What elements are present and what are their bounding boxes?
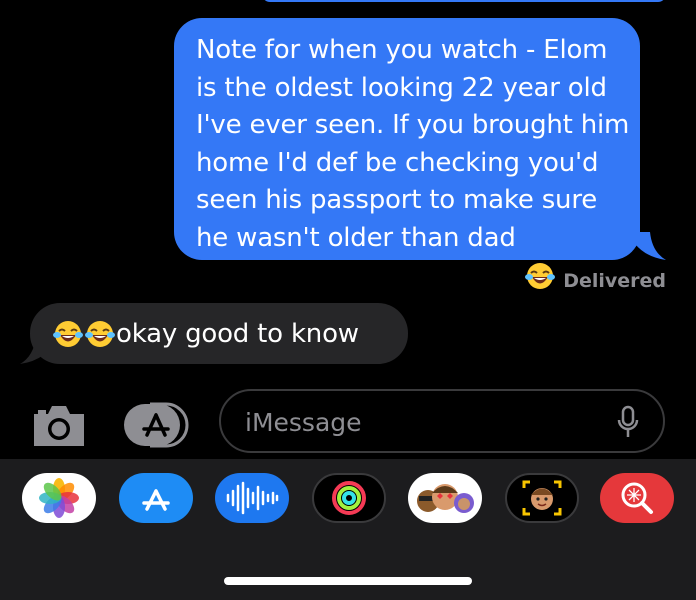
laughing-tears-emoji-icon [52,318,84,350]
compose-bar [0,386,696,458]
audio-message-icon[interactable] [215,473,289,523]
sent-bubble-tail [628,232,666,260]
laughing-tears-emoji-icon [524,222,556,289]
delivered-status: Delivered [563,270,666,292]
activity-icon[interactable] [312,473,386,523]
sent-message-text-wrap: Note for when you watch - Elom is the ol… [196,32,630,289]
microphone-icon[interactable] [617,405,639,439]
received-message-bubble[interactable]: okay good to know [30,303,408,364]
previous-message-bubble[interactable] [262,0,666,2]
received-message-text: okay good to know [116,318,359,349]
laughing-tears-emoji-icon [84,318,116,350]
memoji-camera-icon[interactable] [505,473,579,523]
app-store-button-icon[interactable] [120,400,192,450]
images-search-icon[interactable] [600,473,674,523]
sent-message-bubble[interactable]: Note for when you watch - Elom is the ol… [174,18,640,289]
home-indicator[interactable] [224,577,472,585]
camera-icon[interactable] [30,400,88,450]
app-store-icon[interactable] [119,473,193,523]
sent-message-text: Note for when you watch - Elom is the ol… [196,35,630,253]
message-input[interactable] [243,403,607,441]
memoji-stickers-icon[interactable] [408,473,482,523]
photos-app-icon[interactable] [22,473,96,523]
message-input-field[interactable] [219,389,665,453]
